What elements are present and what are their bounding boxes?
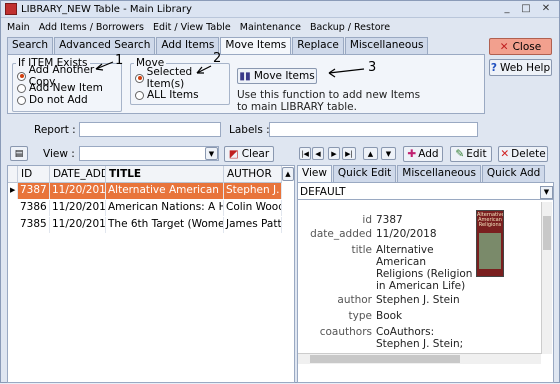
- detail-type-label: type: [348, 310, 372, 322]
- tab-quick-edit[interactable]: Quick Edit: [332, 165, 397, 182]
- edit-button[interactable]: ✎ Edit: [450, 146, 492, 162]
- detail-vscrollbar[interactable]: [541, 202, 552, 354]
- tab-view[interactable]: View: [297, 165, 332, 183]
- detail-author-value: Stephen J. Stein: [376, 294, 460, 306]
- cell-author: Colin Woodard: [224, 200, 282, 216]
- labels-label: Labels :: [229, 124, 270, 136]
- view-label: View :: [43, 148, 75, 160]
- cell-date: 11/20/2018: [50, 217, 106, 233]
- detail-panel: DEFAULT ▼ id 7387 date_added 11/20/2018 …: [297, 182, 554, 383]
- col-header-title[interactable]: TITLE: [106, 166, 224, 183]
- detail-coauthors-line: Stephen J. Stein;: [376, 338, 464, 350]
- layout-dropdown[interactable]: DEFAULT: [298, 185, 553, 200]
- tab-quick-add[interactable]: Quick Add: [481, 165, 546, 182]
- cell-id: 7385: [18, 217, 50, 233]
- add-button[interactable]: ✚ Add: [403, 146, 443, 162]
- clear-label: Clear: [241, 148, 270, 160]
- delete-label: Delete: [511, 148, 546, 160]
- detail-hscrollbar[interactable]: [298, 353, 541, 364]
- items-table: ID DATE_ADDED TITLE AUTHOR ▲ ▶ 7387 11/2…: [7, 165, 295, 383]
- labels-field[interactable]: [269, 122, 478, 137]
- detail-id-label: id: [362, 214, 372, 226]
- add-label: Add: [418, 148, 439, 160]
- cell-title: The 6th Target (Women's Murder Club): [106, 217, 224, 233]
- nav-last-button[interactable]: ▶|: [342, 147, 356, 160]
- vscroll-thumb[interactable]: [543, 216, 551, 250]
- cell-id: 7386: [18, 200, 50, 216]
- detail-author-label: author: [337, 294, 372, 306]
- cell-date: 11/20/2018: [50, 200, 106, 216]
- nav-next-button[interactable]: ▶: [328, 147, 340, 160]
- detail-coauthors-line: CoAuthors:: [376, 326, 435, 338]
- cell-title: Alternative American Religions (Religion…: [106, 183, 224, 199]
- detail-title-line: Religions (Religion: [376, 268, 473, 280]
- col-header-id[interactable]: ID: [18, 166, 50, 183]
- move-down-button[interactable]: ▼: [381, 147, 396, 160]
- report-field[interactable]: [79, 122, 221, 137]
- view-dropdown-button[interactable]: ▼: [205, 147, 218, 160]
- edit-icon: ✎: [455, 148, 465, 160]
- grid-icon: ▤: [14, 148, 24, 159]
- detail-title-line: in American Life): [376, 280, 466, 292]
- detail-coauthors-label: coauthors: [319, 326, 372, 338]
- cell-title: American Nations: A History of the Eleve…: [106, 200, 224, 216]
- book-cover-art: [479, 233, 501, 269]
- row-header-corner: [8, 166, 18, 183]
- nav-first-button[interactable]: |◀: [299, 147, 311, 160]
- edit-label: Edit: [466, 148, 487, 160]
- eraser-icon: ◩: [228, 148, 239, 160]
- cell-author: James Patterson: [224, 217, 282, 233]
- book-cover-image: Alternative American Religions: [476, 210, 504, 277]
- cell-date: 11/20/2018: [50, 183, 106, 199]
- clear-button[interactable]: ◩ Clear: [224, 146, 274, 162]
- view-grid-button[interactable]: ▤: [10, 146, 28, 161]
- main-window: LIBRARY_NEW Table - Main Library _ □ ✕ M…: [0, 0, 560, 383]
- detail-date-value: 11/20/2018: [376, 228, 437, 240]
- col-header-date[interactable]: DATE_ADDED: [50, 166, 106, 183]
- detail-id-value: 7387: [376, 214, 403, 226]
- annotation-2: 2: [213, 51, 222, 66]
- col-header-author[interactable]: AUTHOR: [224, 166, 282, 183]
- detail-title-label: title: [351, 244, 372, 256]
- report-label: Report :: [34, 124, 76, 136]
- annotation-1: 1: [115, 53, 124, 68]
- view-field[interactable]: [79, 146, 219, 161]
- detail-date-label: date_added: [310, 228, 372, 240]
- tab-detail-misc[interactable]: Miscellaneous: [397, 165, 481, 182]
- delete-button[interactable]: ✕ Delete: [498, 146, 548, 162]
- annotation-3: 3: [368, 60, 377, 75]
- add-icon: ✚: [407, 148, 417, 160]
- grid-scroll-up[interactable]: ▲: [282, 167, 294, 181]
- row-pointer-icon: ▶: [8, 183, 18, 199]
- book-cover-title: Alternative American Religions: [477, 212, 504, 228]
- layout-dropdown-arrow[interactable]: ▼: [540, 186, 553, 199]
- delete-icon: ✕: [500, 148, 510, 160]
- detail-type-value: Book: [376, 310, 403, 322]
- nav-prev-button[interactable]: ◀: [312, 147, 324, 160]
- detail-title-line: Alternative: [376, 244, 434, 256]
- cell-id: 7387: [18, 183, 50, 199]
- cell-author: Stephen J. Stein: [224, 183, 282, 199]
- detail-tab-strip: View Quick Edit Miscellaneous Quick Add: [297, 165, 546, 183]
- hscroll-thumb[interactable]: [310, 355, 460, 363]
- detail-title-line: American: [376, 256, 426, 268]
- move-up-button[interactable]: ▲: [363, 147, 378, 160]
